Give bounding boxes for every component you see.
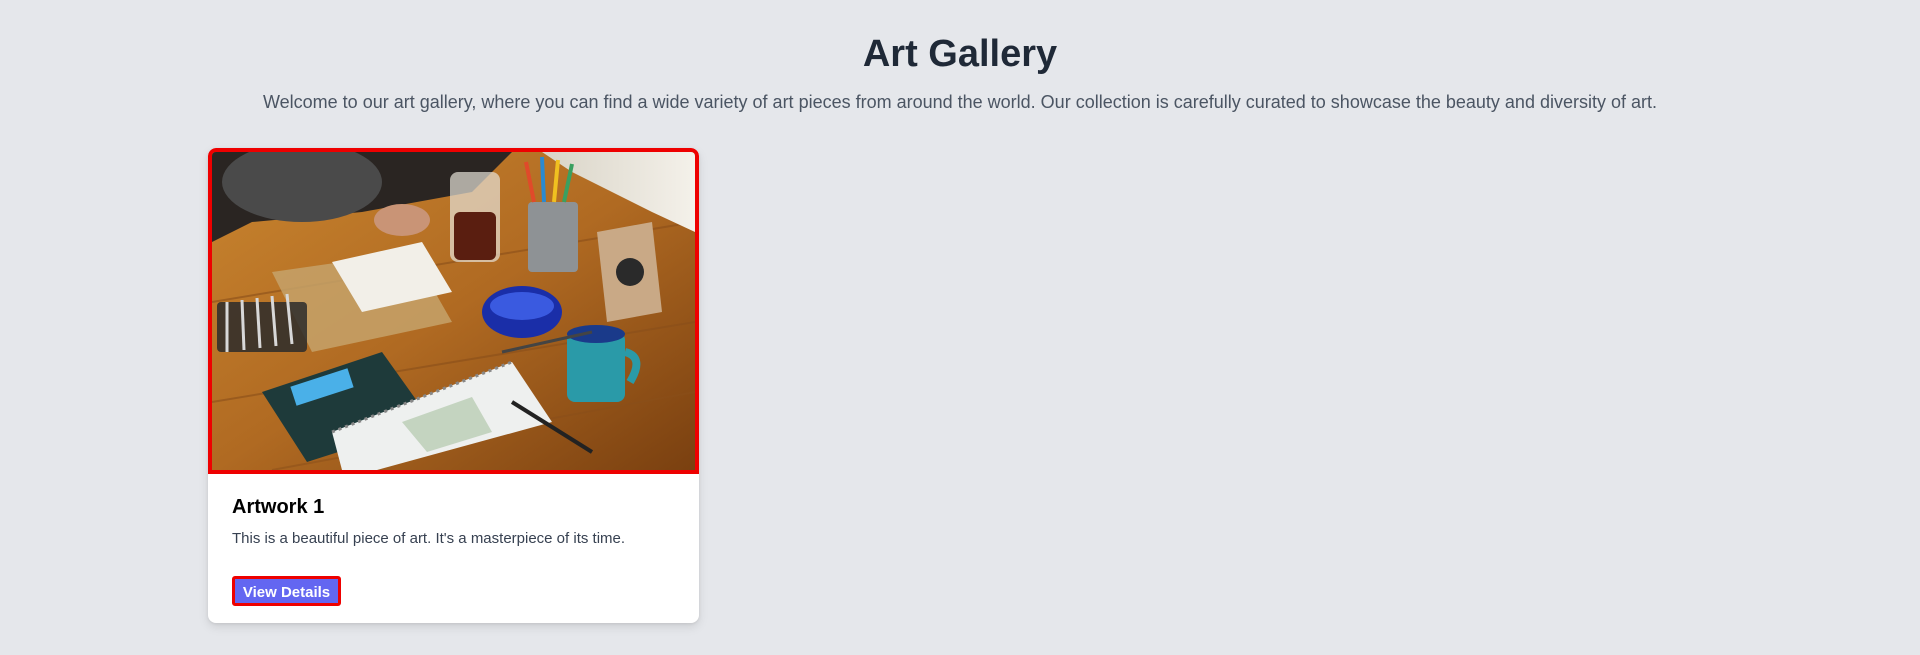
page-title: Art Gallery — [862, 33, 1058, 75]
artwork-photo — [212, 152, 695, 470]
artwork-description: This is a beautiful piece of art. It's a… — [232, 530, 626, 547]
artwork-title: Artwork 1 — [232, 496, 325, 518]
artwork-image[interactable] — [208, 148, 699, 474]
view-details-button[interactable]: View Details — [232, 576, 341, 606]
page-intro: Welcome to our art gallery, where you ca… — [262, 92, 1657, 112]
artwork-card: Artwork 1 This is a beautiful piece of a… — [208, 148, 699, 623]
